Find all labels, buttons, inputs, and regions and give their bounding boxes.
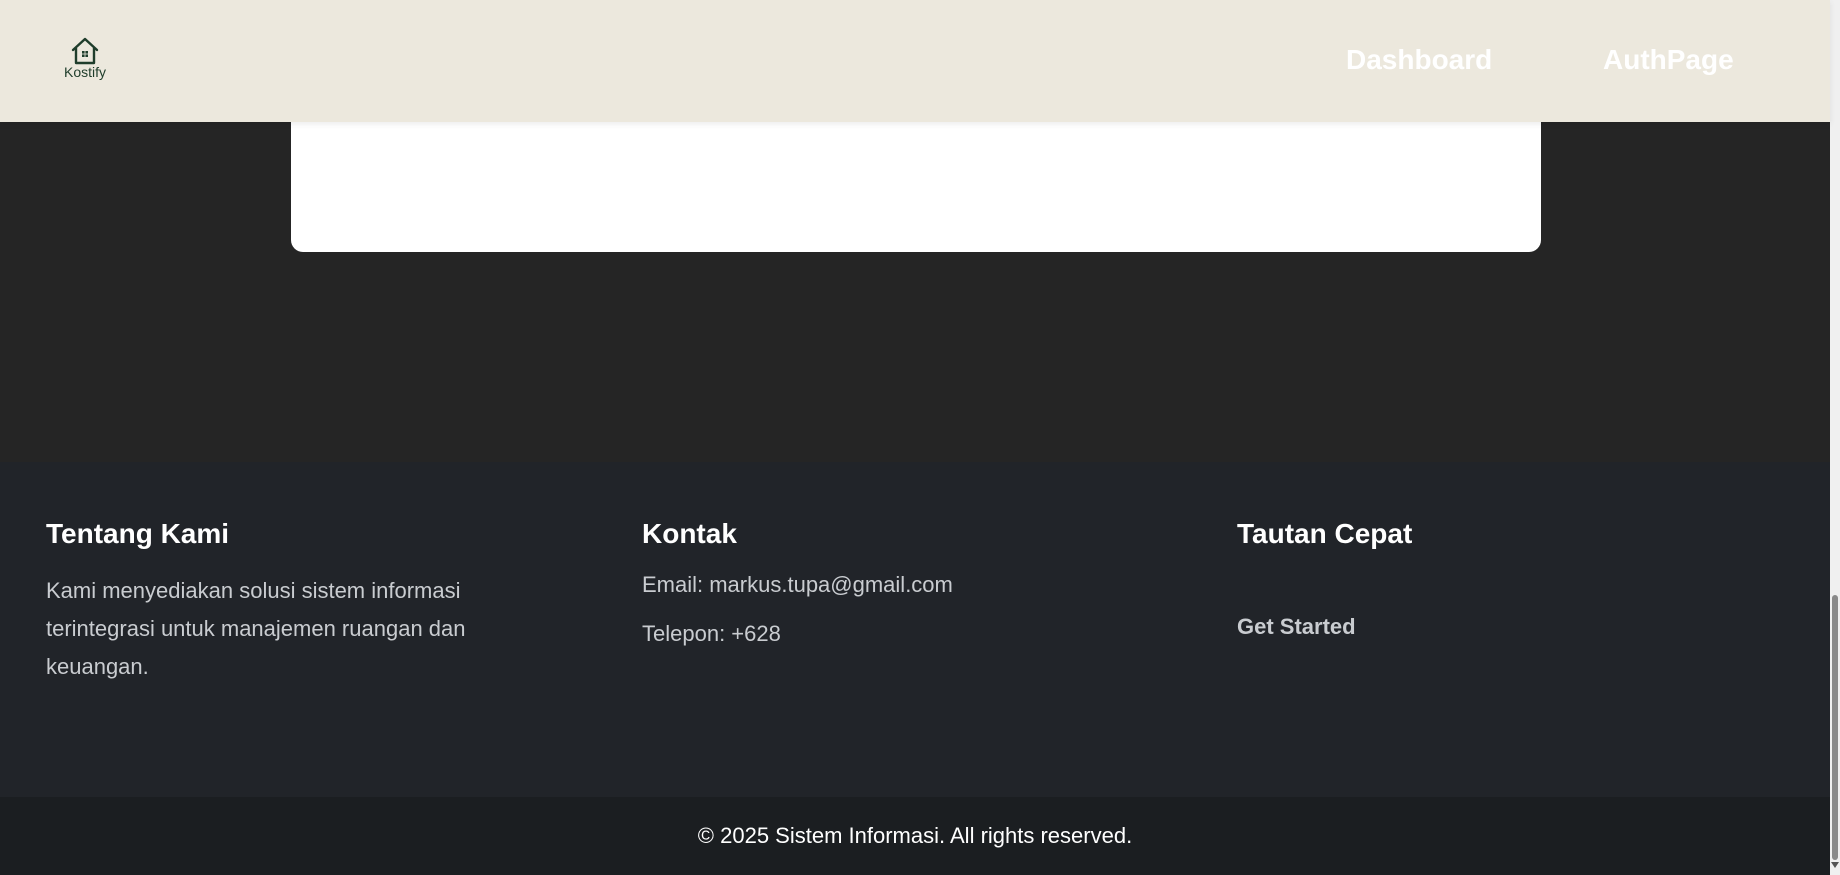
footer-about-text: Kami menyediakan solusi sistem informasi… [46, 578, 466, 679]
page-scrollbar[interactable] [1830, 0, 1840, 875]
scrollbar-thumb[interactable] [1832, 595, 1838, 860]
nav-link-authpage[interactable]: AuthPage [1603, 44, 1734, 76]
footer-quick-links-section: Tautan Cepat Get Started [1237, 518, 1637, 640]
house-icon [71, 37, 99, 65]
logo[interactable]: Kostify [60, 36, 110, 84]
page: Kostify Dashboard AuthPage Tentang Kami … [0, 0, 1840, 875]
page-content: Kostify Dashboard AuthPage Tentang Kami … [0, 0, 1830, 875]
footer: Tentang Kami Kami menyediakan solusi sis… [0, 462, 1830, 797]
logo-text: Kostify [63, 64, 106, 80]
contact-email: Email: markus.tupa@gmail.com [642, 572, 953, 597]
content-card [291, 100, 1541, 252]
contact-phone: Telepon: +628 [642, 621, 781, 646]
footer-about-section: Tentang Kami Kami menyediakan solusi sis… [46, 518, 526, 686]
footer-contact-section: Kontak Email: markus.tupa@gmail.com Tele… [642, 518, 1142, 670]
navbar: Kostify Dashboard AuthPage [0, 0, 1830, 122]
footer-about-heading: Tentang Kami [46, 518, 230, 549]
scroll-down-arrow-icon[interactable] [1831, 862, 1839, 868]
nav-link-dashboard[interactable]: Dashboard [1346, 44, 1492, 76]
footer-quick-links-heading: Tautan Cepat [1237, 518, 1413, 549]
get-started-link[interactable]: Get Started [1237, 614, 1356, 640]
copyright-text: © 2025 Sistem Informasi. All rights rese… [697, 823, 1133, 848]
footer-bottom-bar: © 2025 Sistem Informasi. All rights rese… [0, 797, 1830, 875]
footer-contact-heading: Kontak [642, 518, 737, 549]
